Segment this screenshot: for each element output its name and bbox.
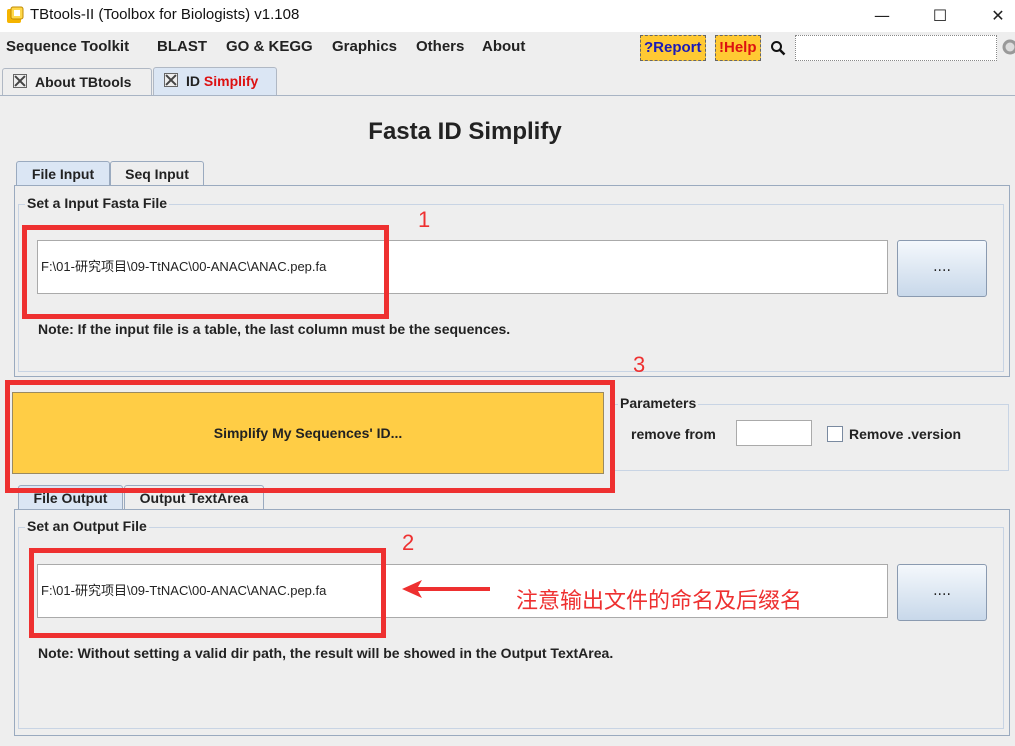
close-tab-icon[interactable] [13, 74, 27, 88]
tab-about-tbtools-label: About TBtools [35, 74, 131, 90]
menu-go-kegg[interactable]: GO & KEGG [226, 38, 313, 55]
menu-blast[interactable]: BLAST [157, 38, 207, 55]
remove-from-input[interactable] [736, 420, 812, 446]
menu-others[interactable]: Others [416, 38, 464, 55]
parameters-title: Parameters [618, 395, 698, 411]
search-input[interactable] [795, 35, 997, 61]
tab-id-simplify[interactable]: ID Simplify [153, 67, 277, 96]
search-icon[interactable] [770, 40, 786, 56]
tab-file-input[interactable]: File Input [16, 161, 110, 186]
tab-seq-input[interactable]: Seq Input [110, 161, 204, 186]
annotation-marker-2: 2 [402, 530, 414, 556]
annotation-box-simplify [5, 380, 615, 493]
input-browse-button[interactable]: .... [897, 240, 987, 297]
tab-id-label-prefix: ID [186, 73, 200, 89]
annotation-arrow-icon [400, 578, 492, 600]
search-clear-icon[interactable] [1000, 38, 1015, 56]
app-logo-icon [6, 6, 24, 24]
menu-about[interactable]: About [482, 38, 525, 55]
close-button[interactable]: ✕ [983, 4, 1013, 28]
output-group-title: Set an Output File [25, 518, 149, 534]
menu-sequence-toolkit[interactable]: Sequence Toolkit [6, 38, 129, 55]
annotation-box-output [29, 548, 386, 638]
tab-about-tbtools[interactable]: About TBtools [2, 68, 152, 95]
annotation-marker-3: 3 [633, 352, 645, 378]
close-tab-icon[interactable] [164, 73, 178, 87]
input-group-title: Set a Input Fasta File [25, 195, 169, 211]
annotation-output-note: 注意输出文件的命名及后缀名 [516, 583, 802, 615]
remove-version-checkbox[interactable] [827, 426, 843, 442]
minimize-button[interactable]: — [867, 4, 897, 28]
annotation-box-input [22, 225, 389, 319]
maximize-button[interactable]: ☐ [925, 4, 955, 28]
menu-graphics[interactable]: Graphics [332, 38, 397, 55]
annotation-marker-1: 1 [418, 207, 430, 233]
help-button[interactable]: !Help [715, 35, 761, 61]
output-note: Note: Without setting a valid dir path, … [38, 645, 613, 661]
remove-from-label: remove from [631, 426, 716, 442]
remove-version-label: Remove .version [849, 426, 961, 442]
window-title: TBtools-II (Toolbox for Biologists) v1.1… [30, 6, 299, 23]
input-note: Note: If the input file is a table, the … [38, 321, 510, 337]
page-title: Fasta ID Simplify [0, 118, 930, 146]
report-button[interactable]: ?Report [640, 35, 706, 61]
tab-simplify-label: Simplify [204, 73, 258, 89]
output-browse-button[interactable]: .... [897, 564, 987, 621]
